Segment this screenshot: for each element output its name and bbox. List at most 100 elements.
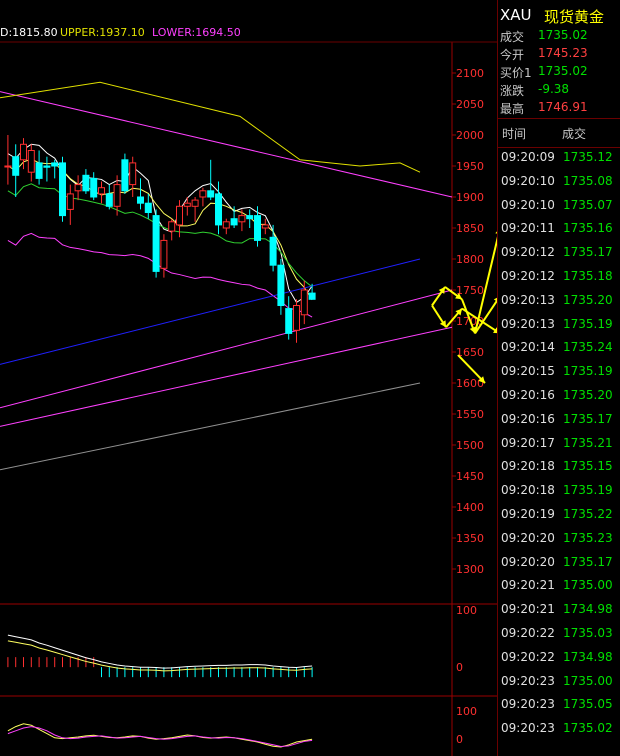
tick-row: 09:20:19 1735.22 bbox=[501, 507, 620, 529]
tick-header-time: 时间 bbox=[502, 127, 527, 141]
tick-time: 09:20:20 bbox=[501, 530, 555, 545]
tick-row: 09:20:18 1735.19 bbox=[501, 483, 620, 505]
tick-time: 09:20:17 bbox=[501, 435, 555, 450]
candle-body bbox=[215, 193, 222, 226]
tick-time: 09:20:13 bbox=[501, 292, 555, 307]
quote-value: 1735.02 bbox=[538, 64, 588, 78]
indicator-mid: D:1815.80 bbox=[0, 26, 58, 39]
candle-body bbox=[168, 221, 176, 232]
tick-header: 时间 成交 bbox=[498, 118, 620, 148]
tick-time: 09:20:22 bbox=[501, 649, 555, 664]
tick-row: 09:20:23 1735.02 bbox=[501, 721, 620, 743]
y-tick-label: 1500 bbox=[456, 439, 484, 452]
symbol-name: 现货黄金 bbox=[544, 8, 605, 26]
candle-body bbox=[254, 215, 261, 241]
tick-time: 09:20:09 bbox=[501, 150, 555, 164]
tick-time: 09:20:12 bbox=[501, 269, 555, 283]
candle-body bbox=[199, 190, 207, 198]
candle-body bbox=[300, 289, 308, 316]
quote-row: 买价1 1735.02 bbox=[498, 64, 620, 82]
ma-line-magenta bbox=[7, 232, 313, 318]
candle-body bbox=[66, 193, 74, 210]
tick-price: 1735.00 bbox=[563, 673, 613, 688]
tick-time: 09:20:14 bbox=[501, 340, 555, 355]
tick-time: 09:20:18 bbox=[501, 483, 555, 498]
candle-body bbox=[246, 215, 254, 220]
tick-row: 09:20:13 1735.20 bbox=[501, 293, 620, 315]
tick-price: 1735.23 bbox=[563, 530, 613, 545]
tick-price: 1735.02 bbox=[563, 721, 613, 736]
tick-row: 09:20:14 1735.24 bbox=[501, 340, 620, 362]
candle-body bbox=[121, 159, 129, 192]
tick-row: 09:20:18 1735.15 bbox=[501, 459, 620, 481]
tick-price: 1735.05 bbox=[563, 697, 613, 712]
tick-price: 1734.98 bbox=[563, 602, 613, 617]
kdj-tick-label: 0 bbox=[456, 733, 463, 746]
candle-body bbox=[74, 184, 82, 192]
tick-price: 1735.17 bbox=[563, 245, 613, 260]
tick-price: 1734.98 bbox=[563, 649, 613, 664]
y-tick-label: 1450 bbox=[456, 470, 484, 483]
tick-row: 09:20:11 1735.16 bbox=[501, 221, 620, 243]
quote-value: 1735.02 bbox=[538, 28, 588, 42]
y-tick-label: 1550 bbox=[456, 408, 484, 421]
candle-body bbox=[129, 162, 137, 186]
candle-body bbox=[293, 305, 300, 331]
candle-body bbox=[12, 156, 20, 176]
quote-panel: XAU 现货黄金 成交 1735.02 今开 1745.23 买价1 1735.02 涨跌 -… bbox=[497, 0, 620, 756]
tick-row: 09:20:17 1735.21 bbox=[501, 436, 620, 458]
tick-row: 09:20:13 1735.19 bbox=[501, 317, 620, 339]
tick-price: 1735.17 bbox=[563, 554, 613, 569]
tick-price: 1735.15 bbox=[563, 459, 613, 474]
candle-body bbox=[4, 165, 12, 168]
tick-time: 09:20:16 bbox=[501, 388, 555, 402]
quote-label: 买价1 bbox=[500, 66, 532, 80]
tick-price: 1735.21 bbox=[563, 435, 613, 450]
tick-row: 09:20:20 1735.17 bbox=[501, 555, 620, 577]
y-tick-label: 1850 bbox=[456, 222, 484, 235]
candle-body bbox=[160, 239, 168, 269]
y-tick-label: 2100 bbox=[456, 67, 484, 80]
tick-time: 09:20:21 bbox=[501, 602, 555, 617]
ma-line-white bbox=[7, 143, 313, 304]
tick-price: 1735.20 bbox=[563, 388, 613, 402]
tick-time: 09:20:15 bbox=[501, 364, 555, 379]
tick-time: 09:20:12 bbox=[501, 245, 555, 260]
tick-row: 09:20:16 1735.20 bbox=[501, 388, 620, 410]
candle-body bbox=[98, 187, 105, 195]
y-tick-label: 1300 bbox=[456, 563, 484, 576]
y-tick-label: 2050 bbox=[456, 98, 484, 111]
candle-body bbox=[152, 215, 160, 272]
tick-row: 09:20:22 1735.03 bbox=[501, 626, 620, 648]
candle-body bbox=[238, 215, 246, 223]
y-tick-label: 2000 bbox=[456, 129, 484, 142]
quote-row: 涨跌 -9.38 bbox=[498, 82, 620, 100]
candle-body bbox=[137, 196, 144, 204]
tick-row: 09:20:16 1735.17 bbox=[501, 412, 620, 434]
tick-price: 1735.24 bbox=[563, 340, 613, 355]
ma-line-green bbox=[7, 183, 313, 288]
kdj-series-line bbox=[7, 726, 313, 747]
quote-value: 1745.23 bbox=[538, 46, 588, 60]
quote-label: 成交 bbox=[500, 30, 525, 44]
candle-body bbox=[222, 221, 230, 229]
quote-value: 1746.91 bbox=[538, 100, 588, 114]
tick-time: 09:20:16 bbox=[501, 411, 555, 426]
macd-tick-label: 0 bbox=[456, 661, 463, 674]
y-tick-label: 1800 bbox=[456, 253, 484, 266]
tick-time: 09:20:11 bbox=[501, 221, 555, 236]
tick-row: 09:20:15 1735.19 bbox=[501, 364, 620, 386]
tick-row: 09:20:12 1735.17 bbox=[501, 245, 620, 267]
tick-time: 09:20:20 bbox=[501, 554, 555, 569]
candle-body bbox=[269, 236, 277, 266]
candle-body bbox=[82, 174, 90, 192]
tick-time: 09:20:23 bbox=[501, 721, 555, 736]
kdj-tick-label: 100 bbox=[456, 705, 477, 718]
symbol-code: XAU bbox=[500, 6, 532, 24]
y-tick-label: 1750 bbox=[456, 284, 484, 297]
tick-row: 09:20:10 1735.08 bbox=[501, 174, 620, 196]
candle-body bbox=[277, 264, 285, 307]
tick-time: 09:20:22 bbox=[501, 626, 555, 640]
tick-price: 1735.16 bbox=[563, 221, 613, 236]
candle-body bbox=[51, 162, 59, 167]
